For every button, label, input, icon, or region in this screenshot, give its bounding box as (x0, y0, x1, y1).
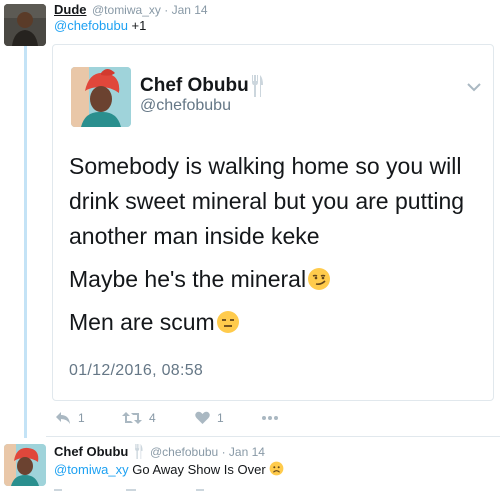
reply-count: 1 (78, 411, 85, 425)
bottom-tweet-date[interactable]: Jan 14 (229, 445, 265, 459)
top-tweet-mention[interactable]: @chefobubu (54, 18, 128, 33)
top-tweet-author-handle[interactable]: @tomiwa_xy (92, 3, 161, 17)
worried-face-emoji (269, 461, 284, 476)
bottom-tweet-text: @tomiwa_xy Go Away Show Is Over (54, 461, 284, 477)
top-tweet-reply-text: +1 (131, 18, 147, 33)
more-icon (262, 416, 278, 420)
quoted-paragraph-1: Somebody is walking home so you will dri… (69, 149, 485, 254)
reply-icon (56, 412, 70, 424)
retweet-count: 4 (149, 411, 156, 425)
quoted-paragraph-1-text: Somebody is walking home so you will dri… (69, 153, 465, 249)
quoted-paragraph-2: Maybe he's the mineral (69, 262, 485, 297)
retweet-button[interactable]: 4 (122, 408, 156, 428)
thread-connector-line (24, 46, 27, 438)
tweet-divider (46, 436, 500, 437)
reply-button[interactable]: 1 (55, 408, 85, 428)
bottom-tweet-mention[interactable]: @tomiwa_xy (54, 462, 129, 477)
expressionless-face-emoji (216, 311, 239, 333)
next-actions-peek (54, 489, 204, 491)
like-count: 1 (217, 411, 224, 425)
avatar-chef-obubu-small[interactable] (4, 444, 46, 486)
more-button[interactable] (261, 408, 279, 428)
tweet-actions: 1 4 1 (55, 408, 315, 428)
heart-icon (195, 411, 210, 424)
quoted-paragraph-2-text: Maybe he's the mineral (69, 266, 307, 292)
quoted-timestamp[interactable]: 01/12/2016, 08:58 (69, 362, 203, 380)
bottom-tweet-reply-text: Go Away Show Is Over (132, 462, 266, 477)
bottom-tweet-author-name[interactable]: Chef Obubu (54, 444, 128, 459)
top-tweet-text: @chefobubu +1 (54, 18, 146, 33)
bottom-tweet-author-handle[interactable]: @chefobubu (150, 445, 218, 459)
quoted-tweet-text: Somebody is walking home so you will dri… (69, 149, 485, 340)
quoted-paragraph-3-text: Men are scum (69, 309, 215, 335)
smirking-face-emoji (308, 268, 331, 290)
quoted-paragraph-3: Men are scum (69, 305, 485, 340)
top-tweet-separator: · (164, 3, 169, 17)
bottom-tweet-meta: @chefobubu · Jan 14 (150, 445, 265, 459)
avatar-chef-obubu[interactable] (71, 67, 131, 127)
top-tweet-date[interactable]: Jan 14 (172, 3, 208, 17)
avatar-dude[interactable] (4, 4, 46, 46)
top-tweet-meta: @tomiwa_xy · Jan 14 (92, 3, 208, 17)
bottom-tweet-separator: · (221, 445, 226, 459)
chevron-down-icon[interactable] (467, 82, 481, 92)
quoted-tweet-card[interactable]: Chef Obubu @chefobubu Somebody is walkin… (52, 44, 494, 401)
quoted-author-name[interactable]: Chef Obubu (140, 75, 249, 97)
top-tweet-author-name[interactable]: Dude (54, 2, 87, 17)
retweet-icon (122, 412, 142, 424)
like-button[interactable]: 1 (195, 408, 224, 428)
quoted-author-handle[interactable]: @chefobubu (140, 97, 231, 115)
fork-knife-icon (252, 75, 263, 97)
fork-knife-icon (135, 444, 143, 459)
